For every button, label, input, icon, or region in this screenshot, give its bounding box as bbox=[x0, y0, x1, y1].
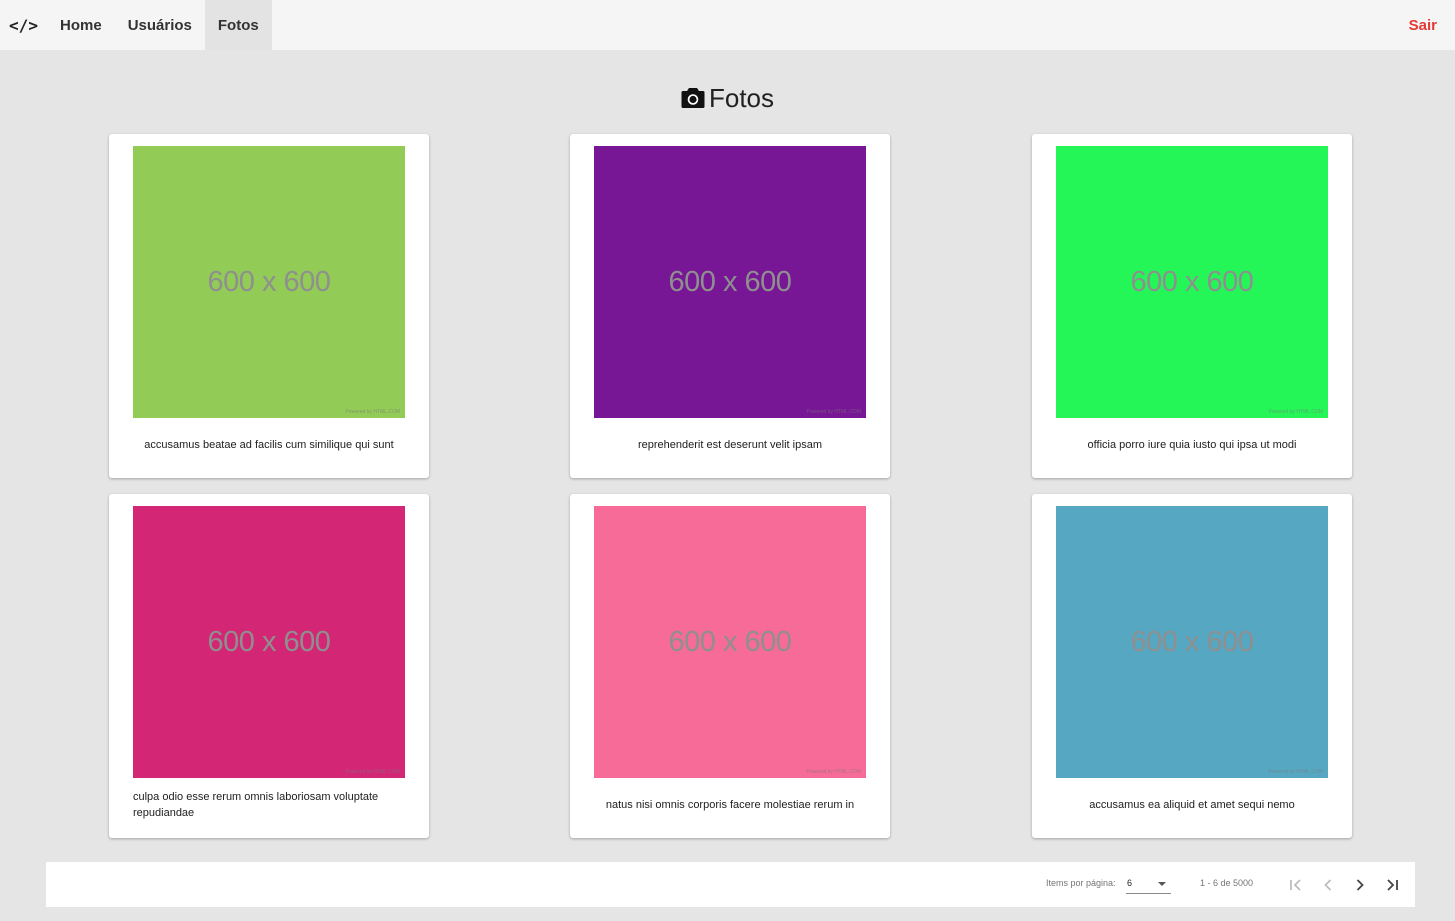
page-heading: Fotos bbox=[0, 80, 1455, 116]
page-title: Fotos bbox=[708, 82, 775, 113]
placeholder-size-text: 600 x 600 bbox=[207, 625, 331, 658]
nav-link-fotos[interactable]: Fotos bbox=[204, 0, 272, 50]
photo-card[interactable]: 600 x 600 Powered by HTML.COM culpa odio… bbox=[109, 494, 429, 838]
thumbnail-watermark: Powered by HTML.COM bbox=[806, 769, 861, 775]
first-page-button[interactable] bbox=[1284, 873, 1308, 897]
placeholder-size-text: 600 x 600 bbox=[668, 625, 792, 658]
thumbnail-watermark: Powered by HTML.COM bbox=[345, 409, 400, 415]
last-page-button[interactable] bbox=[1380, 873, 1404, 897]
placeholder-size-text: 600 x 600 bbox=[1130, 265, 1254, 298]
thumbnail-watermark: Powered by HTML.COM bbox=[806, 409, 861, 415]
photo-thumbnail[interactable]: 600 x 600 Powered by HTML.COM bbox=[594, 146, 866, 418]
camera-icon bbox=[681, 87, 705, 109]
brand-logo[interactable]: </> bbox=[0, 0, 47, 50]
photo-title: reprehenderit est deserunt velit ipsam bbox=[637, 439, 823, 451]
next-page-icon bbox=[1352, 877, 1368, 893]
placeholder-size-text: 600 x 600 bbox=[1130, 625, 1254, 658]
items-per-page-select[interactable]: 6 bbox=[1126, 874, 1171, 894]
photo-card[interactable]: 600 x 600 Powered by HTML.COM accusamus … bbox=[1032, 494, 1352, 838]
photo-thumbnail[interactable]: 600 x 600 Powered by HTML.COM bbox=[133, 506, 405, 778]
photo-thumbnail[interactable]: 600 x 600 Powered by HTML.COM bbox=[1056, 506, 1328, 778]
thumbnail-watermark: Powered by HTML.COM bbox=[1268, 409, 1323, 415]
nav-link-usuarios[interactable]: Usuários bbox=[115, 0, 205, 50]
logout-button[interactable]: Sair bbox=[1396, 0, 1455, 50]
paginator: Items por página: 6 1 - 6 de 5000 bbox=[46, 862, 1415, 907]
top-navbar: </> Home Usuários Fotos Sair bbox=[0, 0, 1455, 50]
photo-title: natus nisi omnis corporis facere molesti… bbox=[605, 799, 855, 811]
navbar-spacer bbox=[272, 0, 1396, 50]
photo-title: accusamus beatae ad facilis cum similiqu… bbox=[144, 439, 394, 451]
photo-title: accusamus ea aliquid et amet sequi nemo bbox=[1089, 799, 1295, 811]
thumbnail-watermark: Powered by HTML.COM bbox=[1268, 769, 1323, 775]
photo-thumbnail[interactable]: 600 x 600 Powered by HTML.COM bbox=[594, 506, 866, 778]
thumbnail-watermark: Powered by HTML.COM bbox=[345, 769, 400, 775]
placeholder-size-text: 600 x 600 bbox=[207, 265, 331, 298]
photo-thumbnail[interactable]: 600 x 600 Powered by HTML.COM bbox=[133, 146, 405, 418]
photo-title: officia porro iure quia iusto qui ipsa u… bbox=[1087, 439, 1297, 451]
chevron-down-icon bbox=[1158, 882, 1166, 886]
photo-card[interactable]: 600 x 600 Powered by HTML.COM officia po… bbox=[1032, 134, 1352, 478]
photo-thumbnail[interactable]: 600 x 600 Powered by HTML.COM bbox=[1056, 146, 1328, 418]
nav-link-home[interactable]: Home bbox=[47, 0, 115, 50]
range-label: 1 - 6 de 5000 bbox=[1200, 878, 1254, 888]
photo-card[interactable]: 600 x 600 Powered by HTML.COM reprehende… bbox=[570, 134, 890, 478]
items-per-page-value: 6 bbox=[1127, 878, 1133, 888]
first-page-icon bbox=[1288, 877, 1304, 893]
items-per-page-label: Items por página: bbox=[1046, 878, 1116, 888]
next-page-button[interactable] bbox=[1348, 873, 1372, 897]
last-page-icon bbox=[1384, 877, 1400, 893]
previous-page-icon bbox=[1320, 877, 1336, 893]
placeholder-size-text: 600 x 600 bbox=[668, 265, 792, 298]
photo-card[interactable]: 600 x 600 Powered by HTML.COM accusamus … bbox=[109, 134, 429, 478]
photo-card[interactable]: 600 x 600 Powered by HTML.COM natus nisi… bbox=[570, 494, 890, 838]
previous-page-button[interactable] bbox=[1316, 873, 1340, 897]
photo-title: culpa odio esse rerum omnis laboriosam v… bbox=[133, 791, 379, 819]
